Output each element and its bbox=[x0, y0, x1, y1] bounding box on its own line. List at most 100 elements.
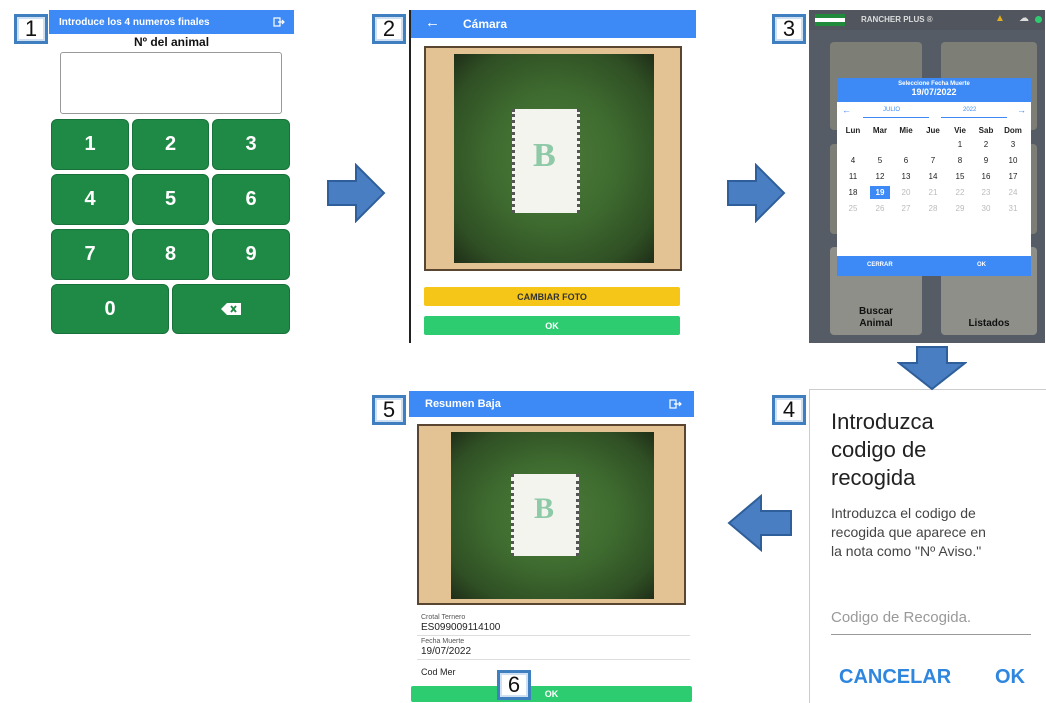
key-1[interactable]: 1 bbox=[51, 119, 129, 170]
arrow-left-icon[interactable]: ← bbox=[425, 14, 440, 31]
calendar-day[interactable]: 11 bbox=[843, 172, 863, 181]
key-4[interactable]: 4 bbox=[51, 174, 129, 225]
pickup-code-input[interactable]: Codigo de Recogida. bbox=[831, 605, 1031, 635]
camera-title: Cámara bbox=[463, 17, 508, 31]
calendar-day[interactable]: 8 bbox=[950, 156, 970, 165]
calendar-day[interactable]: 21 bbox=[923, 188, 943, 197]
next-month-icon[interactable]: → bbox=[1017, 105, 1026, 115]
code-cancel-button[interactable]: CANCELAR bbox=[839, 666, 951, 689]
calendar-day[interactable]: 18 bbox=[843, 188, 863, 197]
date-dialog-footer: CERRAR OK bbox=[837, 256, 1031, 276]
year-selector[interactable]: 2022 bbox=[963, 107, 976, 113]
change-photo-button[interactable]: CAMBIAR FOTO bbox=[424, 287, 680, 306]
calendar-day[interactable]: 29 bbox=[950, 204, 970, 213]
calf-tag-label: Crotal Ternero bbox=[421, 614, 466, 621]
code-ok-button[interactable]: OK bbox=[995, 666, 1025, 689]
calendar-day[interactable]: 3 bbox=[1003, 140, 1023, 149]
backspace-key[interactable] bbox=[172, 284, 290, 334]
calendar-day[interactable]: 15 bbox=[950, 172, 970, 181]
screen-2-camera: ← Cámara B CAMBIAR FOTO OK bbox=[409, 10, 696, 343]
calendar-day[interactable]: 23 bbox=[976, 188, 996, 197]
key-6[interactable]: 6 bbox=[212, 174, 290, 225]
logout-icon[interactable] bbox=[669, 399, 682, 409]
step-badge-6: 6 bbox=[497, 670, 531, 700]
year-underline bbox=[941, 117, 1007, 118]
calendar-day[interactable]: 30 bbox=[976, 204, 996, 213]
calendar-day[interactable]: 17 bbox=[1003, 172, 1023, 181]
numpad-header-title: Introduce los 4 numeros finales bbox=[59, 16, 210, 28]
death-date-label: Fecha Muerte bbox=[421, 638, 465, 645]
calendar-day[interactable]: 10 bbox=[1003, 156, 1023, 165]
calendar-day[interactable]: 1 bbox=[950, 140, 970, 149]
month-underline bbox=[863, 117, 929, 118]
rancher-statusbar: RANCHER PLUS ® ▲ ☁ bbox=[809, 10, 1045, 30]
calendar-day[interactable]: 20 bbox=[896, 188, 916, 197]
date-close-button[interactable]: CERRAR bbox=[867, 262, 893, 268]
step-badge-4: 4 bbox=[772, 395, 806, 425]
key-2[interactable]: 2 bbox=[132, 119, 209, 170]
animal-photo: B bbox=[454, 54, 654, 263]
flow-arrow-right-icon bbox=[327, 163, 386, 223]
weekday-row: Lun Mar Mie Jue Vie Sab Dom bbox=[837, 126, 1031, 136]
key-3[interactable]: 3 bbox=[212, 119, 290, 170]
calendar-grid: 1 2 3 4 5 6 7 8 9 10 11 12 13 14 15 16 17 18 19 20 21 22 23 24 2… bbox=[837, 140, 1031, 220]
pickup-code-placeholder: Codigo de Recogida. bbox=[831, 609, 972, 626]
calendar-day[interactable]: 2 bbox=[976, 140, 996, 149]
numpad-header: Introduce los 4 numeros finales bbox=[49, 10, 294, 34]
screen-4-code-dialog: Introduzca codigo de recogida Introduzca… bbox=[809, 389, 1046, 703]
calendar-day[interactable]: 26 bbox=[870, 204, 890, 213]
month-selector[interactable]: JULIO bbox=[883, 107, 900, 113]
step-badge-3: 3 bbox=[772, 14, 806, 44]
key-8[interactable]: 8 bbox=[132, 229, 209, 280]
weekday-mar: Mar bbox=[872, 126, 888, 135]
logout-icon[interactable] bbox=[273, 17, 285, 27]
cloud-icon[interactable]: ☁ bbox=[1019, 13, 1029, 24]
calendar-day[interactable]: 5 bbox=[870, 156, 890, 165]
summary-appbar: Resumen Baja bbox=[409, 391, 694, 417]
camera-appbar: ← Cámara bbox=[411, 10, 696, 38]
calendar-day[interactable]: 22 bbox=[950, 188, 970, 197]
summary-animal-photo: B bbox=[451, 432, 654, 599]
step-badge-2: 2 bbox=[372, 14, 406, 44]
summary-photo-frame: B bbox=[417, 424, 686, 605]
summary-title: Resumen Baja bbox=[425, 398, 501, 410]
calendar-day[interactable]: 27 bbox=[896, 204, 916, 213]
calendar-day[interactable]: 25 bbox=[843, 204, 863, 213]
calendar-day[interactable]: 6 bbox=[896, 156, 916, 165]
key-7[interactable]: 7 bbox=[51, 229, 129, 280]
calf-tag-value: ES099009114100 bbox=[421, 622, 501, 633]
flow-arrow-right-icon bbox=[727, 163, 786, 223]
weekday-mie: Mie bbox=[899, 126, 913, 135]
bell-icon[interactable]: ▲ bbox=[995, 13, 1005, 24]
calendar-day[interactable]: 14 bbox=[923, 172, 943, 181]
calendar-day[interactable]: 7 bbox=[923, 156, 943, 165]
step-badge-1: 1 bbox=[14, 14, 48, 44]
cod-mer-field[interactable]: Cod Mer bbox=[421, 667, 456, 677]
calendar-day[interactable]: 4 bbox=[843, 156, 863, 165]
prev-month-icon[interactable]: ← bbox=[842, 105, 851, 115]
lists-label: Listados bbox=[968, 318, 1010, 329]
animal-number-input[interactable] bbox=[60, 52, 282, 114]
note-logo-icon: B bbox=[533, 137, 556, 174]
animal-number-label: Nº del animal bbox=[133, 35, 210, 49]
camera-ok-button[interactable]: OK bbox=[424, 316, 680, 335]
search-animal-label-line2: Animal bbox=[859, 318, 893, 329]
date-ok-button[interactable]: OK bbox=[977, 262, 986, 268]
calendar-day[interactable]: 31 bbox=[1003, 204, 1023, 213]
calendar-day[interactable]: 16 bbox=[976, 172, 996, 181]
flow-arrow-down-icon bbox=[897, 346, 967, 391]
key-5[interactable]: 5 bbox=[132, 174, 209, 225]
calendar-day[interactable]: 28 bbox=[923, 204, 943, 213]
summary-ok-button[interactable]: OK bbox=[411, 686, 692, 702]
death-date-value: 19/07/2022 bbox=[421, 646, 472, 657]
calendar-day[interactable]: 12 bbox=[870, 172, 890, 181]
calendar-day-selected[interactable]: 19 bbox=[870, 186, 890, 199]
date-dialog-selected-date: 19/07/2022 bbox=[911, 87, 957, 97]
calendar-day[interactable]: 13 bbox=[896, 172, 916, 181]
key-9[interactable]: 9 bbox=[212, 229, 290, 280]
divider bbox=[417, 635, 690, 636]
calendar-day[interactable]: 9 bbox=[976, 156, 996, 165]
calendar-day[interactable]: 24 bbox=[1003, 188, 1023, 197]
screen-5-summary: Resumen Baja B Crotal Ternero ES09900911… bbox=[409, 391, 694, 703]
key-0[interactable]: 0 bbox=[51, 284, 169, 334]
